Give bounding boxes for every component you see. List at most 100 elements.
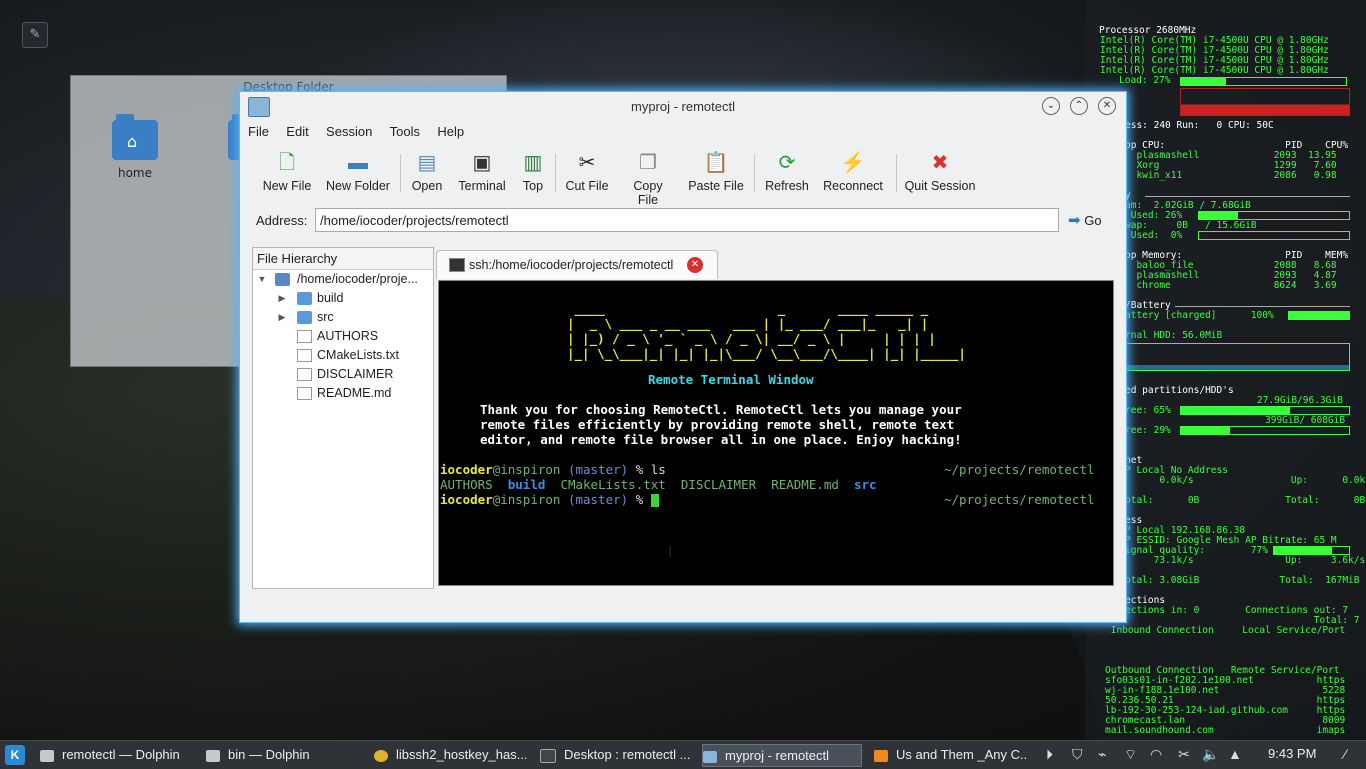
paste-icon: 📋: [703, 152, 729, 174]
address-input[interactable]: /home/iocoder/projects/remotectl: [315, 208, 1059, 232]
maximize-button[interactable]: ⌃: [1070, 97, 1088, 115]
top-button[interactable]: ▥ Top: [521, 150, 545, 193]
close-tab-icon[interactable]: ✕: [687, 257, 703, 273]
ascii-art-line: | |_) / _ \ '_ ` _ \ / _ \| __/ _ \ | | …: [567, 331, 966, 346]
new-file-button[interactable]: 🗋 New File: [262, 150, 312, 193]
tree-item-src[interactable]: ▶ src: [253, 308, 433, 327]
conky-line: 27.9GiB/96.3GiB: [1257, 395, 1343, 406]
media-play-icon[interactable]: ⏵: [1046, 746, 1053, 763]
taskbar: K remotectl — Dolphin bin — Dolphin libs…: [0, 740, 1366, 769]
task-myproj-remotectl[interactable]: myproj - remotectl: [702, 744, 862, 767]
file-hierarchy-tree: File Hierarchy ▼ /home/iocoder/proje... …: [252, 247, 434, 589]
open-icon: ▤: [417, 152, 437, 174]
toolbar-label: Copy File: [633, 179, 663, 207]
menu-help[interactable]: Help: [437, 124, 464, 139]
task-dolphin-remotectl[interactable]: remotectl — Dolphin: [40, 744, 192, 765]
terminal-button[interactable]: ▣ Terminal: [456, 150, 508, 193]
dolphin-icon: [206, 749, 220, 762]
folder-icon: [297, 311, 312, 324]
application-launcher-button[interactable]: K: [5, 745, 25, 765]
tree-item-build[interactable]: ▶ build: [253, 289, 433, 308]
prompt-host: @inspiron: [492, 492, 561, 507]
tree-root[interactable]: ▼ /home/iocoder/proje...: [253, 270, 433, 289]
tree-item-disclaimer[interactable]: DISCLAIMER: [253, 365, 433, 384]
refresh-icon: ⟳: [778, 152, 796, 174]
conky-line: attery [charged] 100%: [1125, 310, 1274, 321]
hdd-graph: [1125, 343, 1350, 371]
vlc-icon: [874, 749, 888, 762]
go-button[interactable]: ➡ Go: [1068, 211, 1102, 229]
expand-icon[interactable]: ▶: [277, 308, 287, 327]
close-window-button[interactable]: ✕: [1098, 97, 1116, 115]
wifi-icon[interactable]: ◠: [1150, 746, 1162, 763]
session-tabbar: ssh:/home/iocoder/projects/remotectl ✕: [436, 248, 1116, 279]
conky-line: 0.0k/s Up: 0.0k/s: [1125, 475, 1366, 486]
prompt-cwd: ~/projects/remotectl: [944, 492, 1095, 507]
window-title: myproj - remotectl: [630, 99, 736, 114]
paste-file-button[interactable]: 📋 Paste File: [688, 150, 744, 193]
menu-session[interactable]: Session: [326, 124, 372, 139]
menu-file[interactable]: File: [248, 124, 269, 139]
reconnect-button[interactable]: ⚡ Reconnect: [822, 150, 884, 193]
task-vlc[interactable]: Us and Them _Any C...: [874, 744, 1026, 765]
task-desktop-remotectl[interactable]: Desktop : remotectl ...: [540, 744, 696, 765]
task-dolphin-bin[interactable]: bin — Dolphin: [206, 744, 346, 765]
tree-item-cmakelists[interactable]: CMakeLists.txt: [253, 346, 433, 365]
show-hidden-tray-icon[interactable]: ▲: [1228, 746, 1242, 762]
scissors-tray-icon[interactable]: ✂: [1178, 746, 1190, 763]
quit-icon: ✖: [931, 152, 949, 174]
open-button[interactable]: ▤ Open: [410, 150, 444, 193]
clock[interactable]: 9:43 PM: [1268, 746, 1316, 761]
reconnect-icon: ⚡: [840, 152, 866, 174]
desktop-toolbox-icon[interactable]: ✎: [22, 22, 48, 48]
cpu-load-bar: [1180, 77, 1347, 86]
main-toolbar: 🗋 New File ▬ New Folder ▤ Open ▣ Termina…: [240, 146, 1126, 207]
tree-item-readme[interactable]: README.md: [253, 384, 433, 403]
task-chrome[interactable]: libssh2_hostkey_has...: [374, 744, 526, 765]
tree-item-label: CMakeLists.txt: [317, 348, 399, 362]
terminal-view[interactable]: ____ _ ____ _____ _ | _ \ ___ _ __ ___ _…: [438, 280, 1114, 586]
window-titlebar[interactable]: myproj - remotectl ⌄ ⌃ ✕: [240, 92, 1126, 120]
top-icon: ▥: [523, 152, 543, 174]
cut-file-button[interactable]: ✂ Cut File: [564, 150, 610, 193]
desktop-item-home[interactable]: ⌂ home: [95, 114, 175, 180]
folder-icon: [297, 292, 312, 305]
collapse-icon[interactable]: ▼: [257, 270, 267, 289]
minimize-button[interactable]: ⌄: [1042, 97, 1060, 115]
tree-item-authors[interactable]: AUTHORS: [253, 327, 433, 346]
desktop-item-label: home: [117, 166, 153, 180]
ls-entry: src: [854, 477, 877, 492]
mouse-ibeam-icon: I: [668, 544, 673, 561]
tab-ssh-session[interactable]: ssh:/home/iocoder/projects/remotectl ✕: [436, 250, 718, 279]
toolbar-label: New Folder: [326, 179, 390, 193]
network-tray-icon[interactable]: ⌔: [1124, 746, 1137, 764]
ls-entry: README.md: [771, 477, 839, 492]
remote-folder-icon: [275, 273, 290, 286]
panel-options-icon[interactable]: ⁄: [1344, 746, 1346, 762]
quit-session-button[interactable]: ✖ Quit Session: [904, 150, 976, 193]
copy-file-button[interactable]: ❐ Copy File: [622, 150, 674, 207]
welcome-line: Thank you for choosing RemoteCtl. Remote…: [480, 402, 962, 417]
scissors-icon: ✂: [578, 152, 596, 174]
menu-edit[interactable]: Edit: [286, 124, 308, 139]
new-folder-button[interactable]: ▬ New Folder: [325, 150, 391, 193]
ram-used-bar: [1198, 211, 1350, 220]
conky-line: 73.1k/s Up: 3.6k/s: [1125, 555, 1366, 566]
volume-icon[interactable]: 🔈: [1202, 746, 1219, 763]
terminal-tab-icon: [449, 258, 465, 272]
menu-tools[interactable]: Tools: [390, 124, 420, 139]
terminal-heading: Remote Terminal Window: [648, 372, 814, 387]
kde-connect-icon[interactable]: ⌁: [1098, 746, 1106, 763]
conky-line: mail.soundhound.com imaps: [1105, 725, 1346, 736]
expand-icon[interactable]: ▶: [277, 289, 287, 308]
welcome-line: remote files efficiently by providing re…: [480, 417, 955, 432]
tree-item-label: AUTHORS: [317, 329, 379, 343]
prompt-cwd: ~/projects/remotectl: [944, 462, 1095, 477]
prompt-branch: (master): [567, 462, 629, 477]
toolbar-label: Paste File: [688, 179, 744, 193]
new-file-icon: 🗋: [278, 152, 296, 174]
conky-line: ree: 65%: [1125, 405, 1171, 416]
shield-icon[interactable]: ⛉: [1072, 746, 1083, 763]
refresh-button[interactable]: ⟳ Refresh: [764, 150, 810, 193]
toolbar-label: Quit Session: [904, 179, 976, 193]
